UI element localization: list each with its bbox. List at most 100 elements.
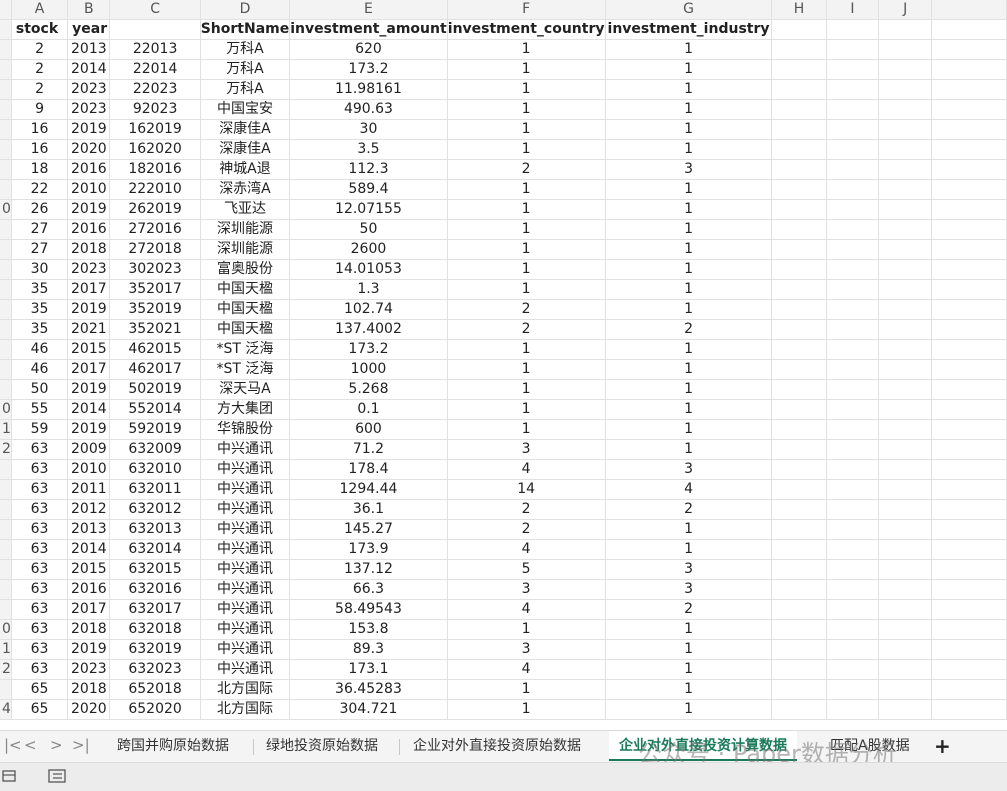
cell-g[interactable]: 3 [605, 159, 773, 180]
tab-cross-border-ma[interactable]: 跨国并购原始数据 [107, 731, 239, 761]
cell-f[interactable]: 1 [447, 99, 606, 120]
empty-cell[interactable] [771, 259, 827, 280]
cell-a[interactable]: 35 [11, 279, 69, 300]
cell-c[interactable]: 632019 [109, 639, 201, 660]
cell-a[interactable]: 65 [11, 679, 69, 700]
row-header[interactable] [0, 159, 12, 180]
cell-c[interactable]: 632010 [109, 459, 201, 480]
empty-cell[interactable] [826, 419, 880, 440]
cell-c[interactable]: 632014 [109, 539, 201, 560]
cell-f[interactable]: 1 [447, 39, 606, 60]
cell-d[interactable]: 深赤湾A [200, 179, 291, 200]
cell-f[interactable]: 2 [447, 159, 606, 180]
cell-e[interactable]: 36.45283 [289, 679, 448, 700]
empty-cell[interactable] [771, 379, 827, 400]
cell-f[interactable]: 5 [447, 559, 606, 580]
cell-a[interactable]: 26 [11, 199, 69, 220]
empty-cell[interactable] [878, 39, 933, 60]
empty-cell[interactable] [826, 259, 880, 280]
cell-c[interactable]: 272018 [109, 239, 201, 260]
cell-g[interactable]: 3 [605, 559, 773, 580]
cell-a[interactable]: 63 [11, 499, 69, 520]
cell-c[interactable]: 352017 [109, 279, 201, 300]
cell-a[interactable]: 63 [11, 439, 69, 460]
cell-g[interactable]: 1 [605, 259, 773, 280]
cell-c[interactable]: 632012 [109, 499, 201, 520]
empty-cell[interactable] [878, 119, 933, 140]
empty-cell[interactable] [878, 539, 933, 560]
cell-e[interactable]: 600 [289, 419, 448, 440]
empty-cell[interactable] [931, 219, 1007, 240]
cell-a[interactable]: 63 [11, 559, 69, 580]
row-header[interactable] [0, 319, 12, 340]
column-header-g[interactable]: G [605, 0, 773, 20]
cell-b[interactable]: 2023 [67, 259, 111, 280]
cell-c[interactable]: 632018 [109, 619, 201, 640]
column-header-f[interactable]: F [447, 0, 606, 20]
cell-d[interactable]: 深康佳A [200, 119, 291, 140]
cell-f[interactable]: 1 [447, 119, 606, 140]
empty-cell[interactable] [878, 199, 933, 220]
cell-d[interactable]: 深圳能源 [200, 239, 291, 260]
empty-cell[interactable] [931, 99, 1007, 120]
row-header[interactable]: 1 [0, 419, 12, 440]
cell-f[interactable]: 1 [447, 199, 606, 220]
row-header[interactable] [0, 599, 12, 620]
cell-d[interactable]: 中兴通讯 [200, 639, 291, 660]
cell-g[interactable]: 1 [605, 279, 773, 300]
empty-cell[interactable] [878, 219, 933, 240]
cell-b[interactable]: 2010 [67, 179, 111, 200]
cell-a[interactable]: 2 [11, 59, 69, 80]
empty-cell[interactable] [826, 599, 880, 620]
row-header[interactable]: 2 [0, 439, 12, 460]
cell-g[interactable]: 1 [605, 679, 773, 700]
cell-b[interactable]: 2019 [67, 639, 111, 660]
header-cell[interactable]: year [67, 19, 111, 40]
empty-cell[interactable] [826, 519, 880, 540]
empty-cell[interactable] [931, 139, 1007, 160]
cell-f[interactable]: 1 [447, 619, 606, 640]
cell-b[interactable]: 2023 [67, 99, 111, 120]
empty-cell[interactable] [878, 439, 933, 460]
spreadsheet-grid[interactable]: ABCDEFGHIJ stock year ShortName investment_… [0, 0, 1007, 730]
row-header[interactable] [0, 39, 12, 60]
cell-e[interactable]: 1294.44 [289, 479, 448, 500]
empty-cell[interactable] [878, 639, 933, 660]
cell-e[interactable]: 153.8 [289, 619, 448, 640]
cell-e[interactable]: 173.9 [289, 539, 448, 560]
empty-cell[interactable] [931, 319, 1007, 340]
last-sheet-icon[interactable]: >| [72, 736, 90, 754]
cell-c[interactable]: 592019 [109, 419, 201, 440]
cell-a[interactable]: 63 [11, 479, 69, 500]
header-cell[interactable]: stock [11, 19, 69, 40]
empty-cell[interactable] [931, 639, 1007, 660]
cell-b[interactable]: 2011 [67, 479, 111, 500]
empty-cell[interactable] [826, 639, 880, 660]
row-header[interactable]: 1 [0, 639, 12, 660]
cell-g[interactable]: 1 [605, 199, 773, 220]
empty-cell[interactable] [931, 159, 1007, 180]
cell-e[interactable]: 137.4002 [289, 319, 448, 340]
cell-e[interactable]: 145.27 [289, 519, 448, 540]
cell-c[interactable]: 222010 [109, 179, 201, 200]
empty-cell[interactable] [931, 459, 1007, 480]
empty-cell[interactable] [826, 699, 880, 720]
cell-f[interactable]: 1 [447, 179, 606, 200]
empty-cell[interactable] [878, 459, 933, 480]
empty-cell[interactable] [771, 499, 827, 520]
cell-b[interactable]: 2016 [67, 579, 111, 600]
empty-cell[interactable] [826, 559, 880, 580]
cell-f[interactable]: 1 [447, 59, 606, 80]
cell-d[interactable]: *ST 泛海 [200, 339, 291, 360]
row-header[interactable]: 0 [0, 399, 12, 420]
cell-e[interactable]: 50 [289, 219, 448, 240]
row-header[interactable] [0, 539, 12, 560]
empty-cell[interactable] [826, 539, 880, 560]
cell-d[interactable]: *ST 泛海 [200, 359, 291, 380]
column-header-j[interactable]: J [878, 0, 933, 20]
empty-cell[interactable] [826, 359, 880, 380]
empty-cell[interactable] [771, 699, 827, 720]
cell-g[interactable]: 1 [605, 519, 773, 540]
cell-b[interactable]: 2015 [67, 339, 111, 360]
cell-e[interactable]: 12.07155 [289, 199, 448, 220]
